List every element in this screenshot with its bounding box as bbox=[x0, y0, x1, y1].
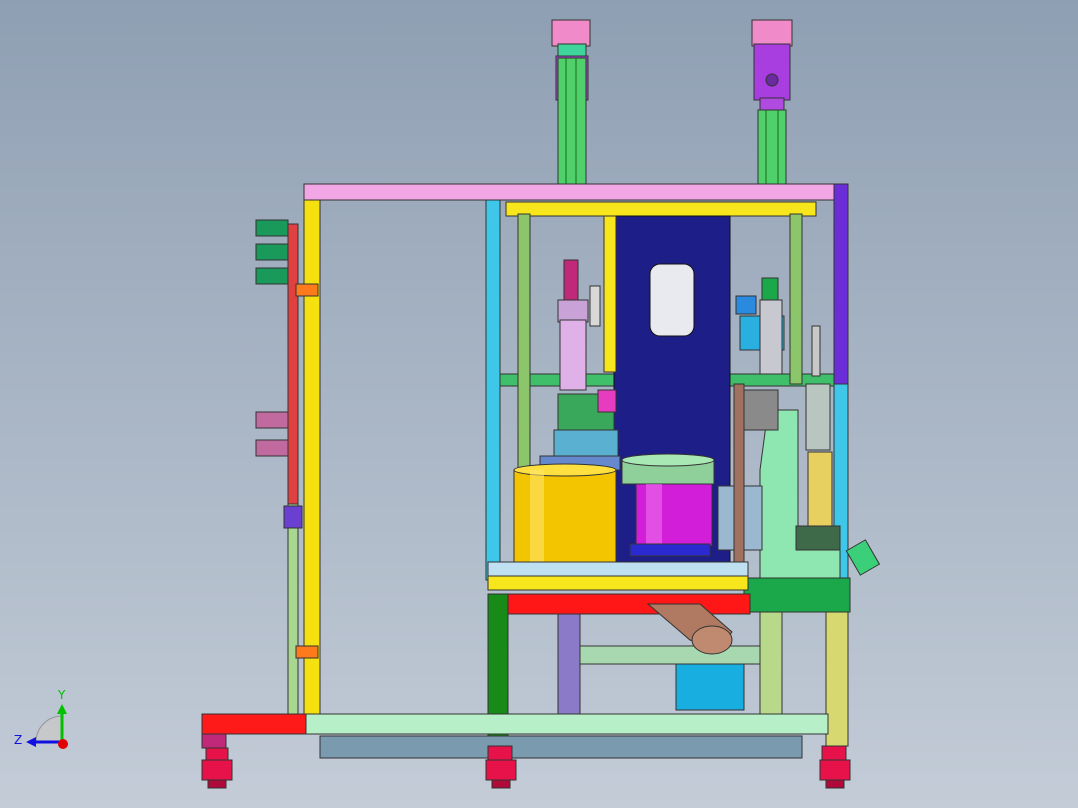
base-beam-mint[interactable] bbox=[305, 713, 829, 735]
z-axis-label: Z bbox=[14, 733, 22, 747]
y-axis-label: Y bbox=[57, 688, 66, 702]
leveling-foot[interactable] bbox=[819, 745, 851, 789]
valve-manifold-rod[interactable] bbox=[287, 223, 299, 505]
lower-cylinder[interactable] bbox=[557, 613, 581, 715]
lilac-cylinder[interactable] bbox=[557, 259, 601, 391]
z-axis-head bbox=[26, 737, 36, 747]
top-crossbar[interactable] bbox=[303, 183, 849, 201]
leveling-foot[interactable] bbox=[485, 745, 517, 789]
leveling-foot[interactable] bbox=[201, 747, 233, 789]
y-axis-head bbox=[57, 704, 67, 714]
control-box-cyan[interactable] bbox=[675, 663, 745, 711]
inner-frame-cyan[interactable] bbox=[485, 199, 501, 581]
triad-origin bbox=[58, 739, 68, 749]
triad-quadrant bbox=[35, 715, 63, 743]
left-servo-motor[interactable] bbox=[551, 19, 591, 187]
table-beam-red[interactable] bbox=[505, 593, 751, 615]
rotary-table[interactable] bbox=[621, 453, 715, 557]
right-top-tooling[interactable] bbox=[735, 277, 785, 375]
yellow-drum[interactable] bbox=[513, 463, 617, 563]
base-end-red[interactable] bbox=[201, 713, 309, 735]
cad-viewport[interactable]: Y Z bbox=[0, 0, 1078, 808]
gripper-assembly[interactable] bbox=[539, 389, 621, 471]
orientation-triad: Y Z bbox=[14, 688, 68, 749]
table-top-yellow[interactable] bbox=[487, 575, 749, 591]
right-servo-motor[interactable] bbox=[751, 19, 793, 187]
machine-base[interactable] bbox=[201, 713, 829, 759]
machine-model[interactable]: Y Z bbox=[0, 0, 1078, 808]
right-upright-blue[interactable] bbox=[833, 183, 849, 385]
